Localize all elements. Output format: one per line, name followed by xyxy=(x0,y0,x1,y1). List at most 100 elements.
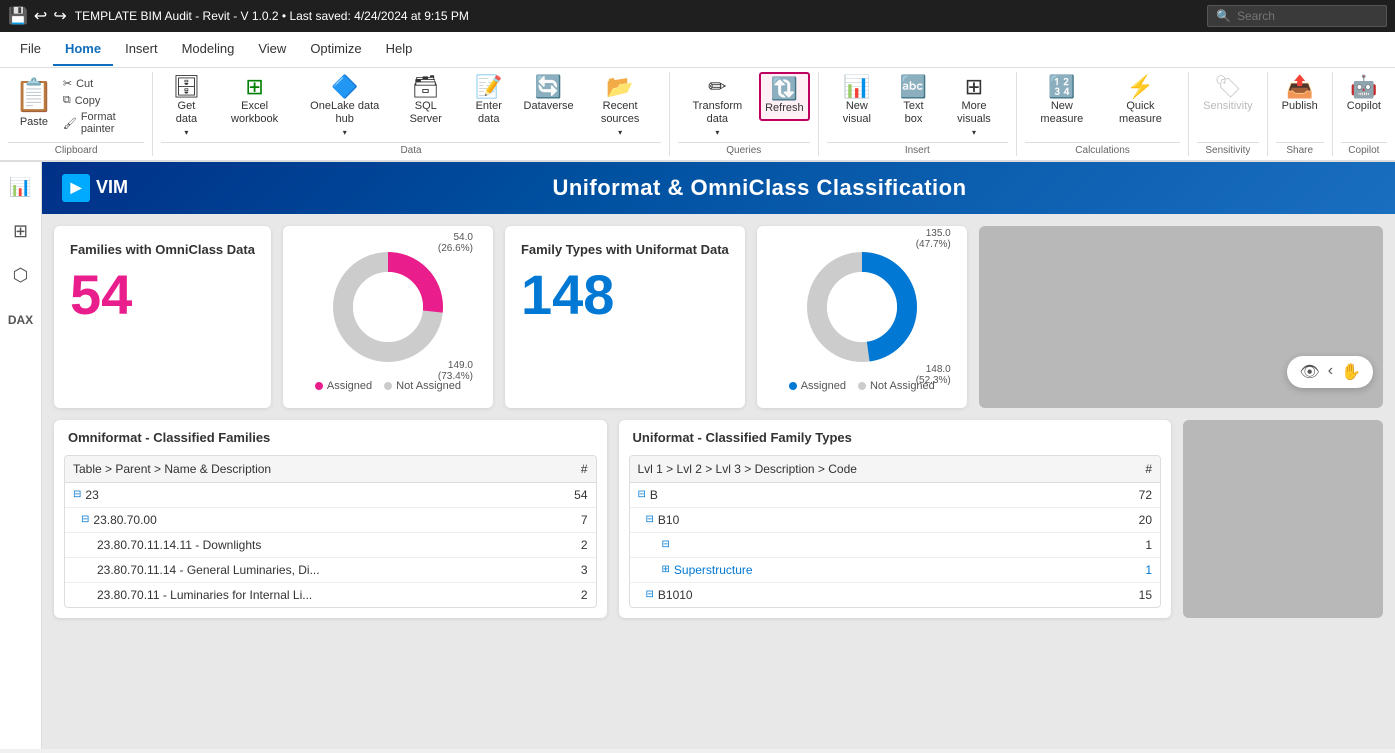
tab-modeling[interactable]: Modeling xyxy=(170,33,247,66)
omniclass-notassigned-label: 149.0 (73.4%) xyxy=(438,360,473,382)
sensitivity-button[interactable]: 🏷 Sensitivity xyxy=(1197,72,1259,117)
table-row[interactable]: ⊟ B 72 xyxy=(630,483,1161,508)
publish-button[interactable]: 📤 Publish xyxy=(1276,72,1324,117)
text-box-icon: 🔤 xyxy=(900,76,927,98)
transform-icon: ✏ xyxy=(708,76,726,98)
tab-file[interactable]: File xyxy=(8,33,53,66)
format-painter-icon: 🖌 xyxy=(63,117,77,130)
expand-icon[interactable]: ⊟ xyxy=(81,514,89,525)
cut-icon: ✂ xyxy=(63,77,72,90)
enter-data-button[interactable]: 📝 Enter data xyxy=(460,72,518,130)
copy-button[interactable]: ⧉ Copy xyxy=(60,93,144,108)
tab-home[interactable]: Home xyxy=(53,33,113,66)
sidebar-item-table[interactable]: ⊞ xyxy=(3,214,39,250)
new-visual-button[interactable]: 📊 New visual xyxy=(827,72,887,130)
table-row[interactable]: ⊟ 1 xyxy=(630,533,1161,558)
uniformat-table: Lvl 1 > Lvl 2 > Lvl 3 > Description > Co… xyxy=(629,455,1162,608)
app-body: 📊 ⊞ ⬡ DAX ▶ VIM Uniformat & OmniClass Cl… xyxy=(0,162,1395,749)
tab-insert[interactable]: Insert xyxy=(113,33,170,66)
hand-icon[interactable]: ✋ xyxy=(1341,362,1361,382)
transform-dropdown-icon: ▾ xyxy=(715,128,719,138)
omniclass-value: 54 xyxy=(70,267,255,323)
back-icon[interactable]: ‹ xyxy=(1328,362,1333,382)
expand-icon[interactable]: ⊟ xyxy=(638,489,646,500)
uniformat-stat-card: Family Types with Uniformat Data 148 xyxy=(505,226,745,408)
refresh-button[interactable]: 🔃 Refresh xyxy=(759,72,810,121)
table-row[interactable]: 23.80.70.11.14.11 - Downlights 2 xyxy=(65,533,596,558)
new-measure-icon: 🔢 xyxy=(1048,76,1075,98)
text-box-button[interactable]: 🔤 Text box xyxy=(889,72,938,130)
uniformat-table-header: Lvl 1 > Lvl 2 > Lvl 3 > Description > Co… xyxy=(630,456,1161,483)
clipboard-group: 📋 Paste ✂ Cut ⧉ Copy 🖌 Format painter Cl… xyxy=(0,72,153,156)
queries-group: ✏ Transform data ▾ 🔃 Refresh Queries xyxy=(670,72,819,156)
sidebar-item-report[interactable]: 📊 xyxy=(3,170,39,206)
tab-optimize[interactable]: Optimize xyxy=(298,33,373,66)
insert-group: 📊 New visual 🔤 Text box ⊞ More visuals ▾… xyxy=(819,72,1017,156)
recent-sources-button[interactable]: 📂 Recent sources ▾ xyxy=(579,72,660,142)
copilot-icon: 🤖 xyxy=(1350,76,1377,98)
table-row[interactable]: ⊟ B10 20 xyxy=(630,508,1161,533)
uniformat-table-title: Uniformat - Classified Family Types xyxy=(619,420,1172,455)
table-row[interactable]: 23.80.70.11.14 - General Luminaries, Di.… xyxy=(65,558,596,583)
main-content: ▶ VIM Uniformat & OmniClass Classificati… xyxy=(42,162,1395,749)
excel-workbook-button[interactable]: ⊞ Excel workbook xyxy=(214,72,296,130)
omniclass-donut-chart xyxy=(323,242,453,372)
panel-controls: 👁 ‹ ✋ xyxy=(1287,356,1373,388)
table-row[interactable]: ⊟ B1010 15 xyxy=(630,583,1161,607)
uniformat-donut-card: 135.0 (47.7%) 148.0 (52.3%) Assigned xyxy=(757,226,967,408)
sidebar-item-model[interactable]: ⬡ xyxy=(3,258,39,294)
quick-measure-icon: ⚡ xyxy=(1127,76,1154,98)
dataverse-button[interactable]: 🔄 Dataverse xyxy=(520,72,578,117)
expand-icon[interactable]: ⊟ xyxy=(646,514,654,525)
window-controls[interactable]: 💾 ↩ ↪ xyxy=(8,6,67,26)
copilot-group: 🤖 Copilot Copilot xyxy=(1333,72,1395,156)
dashboard-body: Families with OmniClass Data 54 xyxy=(42,214,1395,746)
onelake-button[interactable]: 🔷 OneLake data hub ▾ xyxy=(298,72,392,142)
omniclass-donut-card: 54.0 (26.6%) 149.0 (73.4%) Assigned xyxy=(283,226,493,408)
search-input[interactable] xyxy=(1237,9,1377,23)
omniclass-card-title: Families with OmniClass Data xyxy=(70,242,255,259)
recent-sources-dropdown-icon: ▾ xyxy=(618,128,622,138)
sidebar-item-dax[interactable]: DAX xyxy=(3,302,39,338)
expand-icon[interactable]: ⊞ xyxy=(662,564,670,575)
expand-icon[interactable]: ⊟ xyxy=(646,589,654,600)
paste-button[interactable]: 📋 Paste xyxy=(8,72,60,142)
tab-view[interactable]: View xyxy=(246,33,298,66)
search-box[interactable]: 🔍 xyxy=(1207,5,1387,27)
redo-icon[interactable]: ↪ xyxy=(53,6,66,26)
omniformat-table: Table > Parent > Name & Description # ⊟ … xyxy=(64,455,597,608)
eye-icon[interactable]: 👁 xyxy=(1299,362,1319,382)
new-measure-button[interactable]: 🔢 New measure xyxy=(1025,72,1099,130)
format-painter-button[interactable]: 🖌 Format painter xyxy=(60,110,144,136)
onelake-dropdown-icon: ▾ xyxy=(343,128,347,138)
more-visuals-button[interactable]: ⊞ More visuals ▾ xyxy=(940,72,1008,142)
sql-server-button[interactable]: 🗃 SQL Server xyxy=(394,72,458,130)
transform-data-button[interactable]: ✏ Transform data ▾ xyxy=(678,72,757,142)
get-data-icon: 🗄 xyxy=(172,76,200,98)
more-visuals-icon: ⊞ xyxy=(965,76,983,98)
refresh-icon: 🔃 xyxy=(771,78,798,100)
copy-icon: ⧉ xyxy=(63,94,71,107)
table-row[interactable]: ⊟ 23 54 xyxy=(65,483,596,508)
sql-icon: 🗃 xyxy=(412,76,440,98)
right-table-panel xyxy=(1183,420,1383,618)
title-bar-text: TEMPLATE BIM Audit - Revit - V 1.0.2 • L… xyxy=(75,9,1199,23)
expand-icon[interactable]: ⊟ xyxy=(73,489,81,500)
tab-help[interactable]: Help xyxy=(374,33,425,66)
save-icon[interactable]: 💾 xyxy=(8,6,28,26)
table-row[interactable]: 23.80.70.11 - Luminaries for Internal Li… xyxy=(65,583,596,607)
expand-icon[interactable]: ⊟ xyxy=(662,539,670,550)
undo-icon[interactable]: ↩ xyxy=(34,6,47,26)
cut-button[interactable]: ✂ Cut xyxy=(60,76,144,91)
quick-measure-button[interactable]: ⚡ Quick measure xyxy=(1101,72,1180,130)
cards-row: Families with OmniClass Data 54 xyxy=(54,226,1383,408)
get-data-button[interactable]: 🗄 Get data ▾ xyxy=(161,72,211,142)
get-data-dropdown-icon: ▾ xyxy=(184,128,188,138)
copilot-button[interactable]: 🤖 Copilot xyxy=(1341,72,1387,117)
table-row[interactable]: ⊞ Superstructure 1 xyxy=(630,558,1161,583)
vim-logo: ▶ VIM xyxy=(62,174,128,202)
table-row[interactable]: ⊟ 23.80.70.00 7 xyxy=(65,508,596,533)
paste-icon: 📋 xyxy=(14,76,54,114)
dashboard-header: ▶ VIM Uniformat & OmniClass Classificati… xyxy=(42,162,1395,214)
data-group: 🗄 Get data ▾ ⊞ Excel workbook 🔷 OneLake … xyxy=(153,72,670,156)
